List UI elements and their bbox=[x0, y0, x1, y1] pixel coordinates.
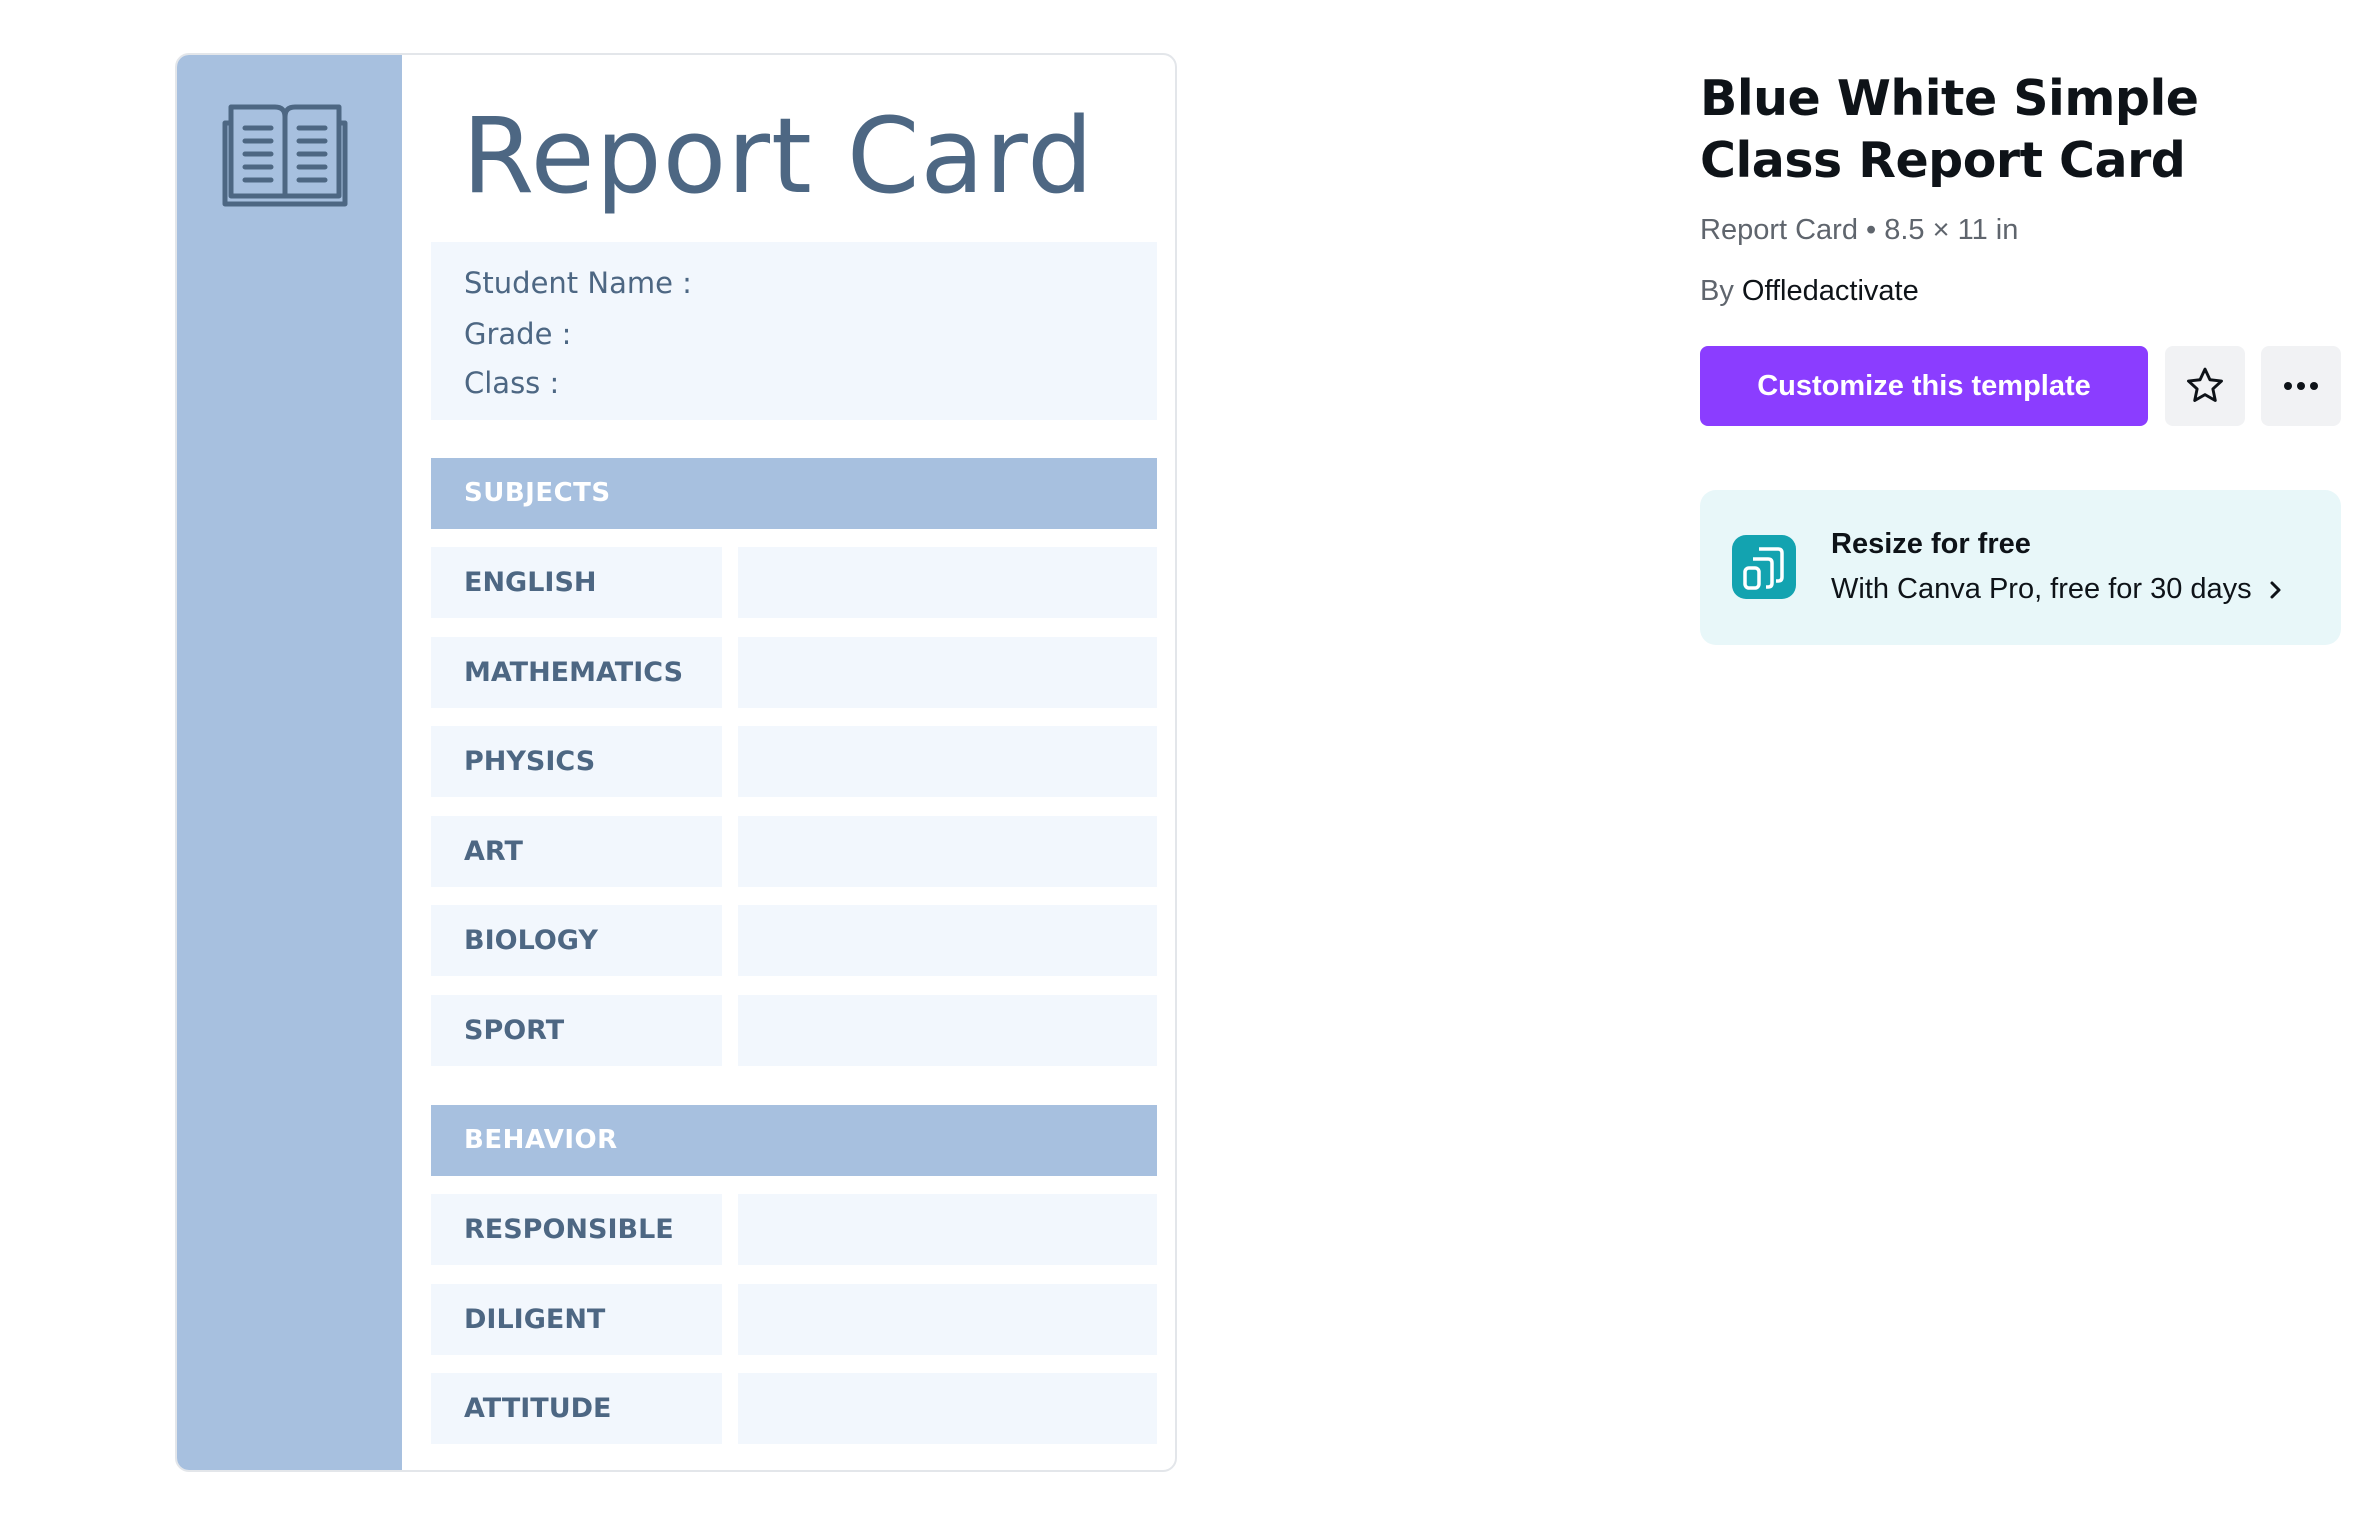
favorite-button[interactable] bbox=[2165, 346, 2245, 426]
student-info-box: Student Name : Grade : Class : bbox=[431, 242, 1157, 420]
template-title: Blue White Simple Class Report Card bbox=[1700, 70, 2199, 189]
row-value-sport bbox=[738, 994, 1157, 1066]
row-label-text: MATHEMATICS bbox=[464, 656, 684, 688]
row-label-text: RESPONSIBLE bbox=[464, 1214, 674, 1245]
more-horizontal-icon bbox=[2284, 382, 2318, 390]
resize-icon bbox=[1732, 535, 1796, 599]
row-label-responsible: RESPONSIBLE bbox=[431, 1194, 722, 1265]
section-header-behavior: BEHAVIOR bbox=[431, 1105, 1157, 1176]
row-value-diligent bbox=[738, 1283, 1157, 1355]
row-label-attitude: ATTITUDE bbox=[431, 1373, 722, 1444]
row-label-text: DILIGENT bbox=[464, 1303, 606, 1335]
promo-title: Resize for free bbox=[1831, 528, 2031, 560]
student-name-label: Student Name : bbox=[464, 266, 692, 300]
row-value-english bbox=[738, 547, 1157, 618]
report-card-title: Report Card bbox=[462, 95, 1095, 217]
author-name[interactable]: Offledactivate bbox=[1742, 275, 1919, 307]
row-label-biology: BIOLOGY bbox=[431, 905, 722, 976]
promo-subtitle: With Canva Pro, free for 30 days bbox=[1831, 573, 2286, 606]
row-label-english: ENGLISH bbox=[431, 547, 722, 618]
grade-label: Grade : bbox=[464, 317, 572, 351]
row-label-text: SPORT bbox=[464, 1014, 565, 1046]
row-label-art: ART bbox=[431, 815, 722, 887]
preview-sidebar bbox=[177, 55, 402, 1470]
promo-subtitle-text: With Canva Pro, free for 30 days bbox=[1831, 573, 2252, 605]
row-label-mathematics: MATHEMATICS bbox=[431, 636, 722, 708]
row-label-text: ATTITUDE bbox=[464, 1393, 612, 1424]
customize-template-button[interactable]: Customize this template bbox=[1700, 346, 2148, 426]
row-label-text: ENGLISH bbox=[464, 567, 597, 598]
author-prefix: By bbox=[1700, 275, 1734, 307]
row-value-mathematics bbox=[738, 636, 1157, 708]
row-label-text: BIOLOGY bbox=[464, 925, 598, 956]
row-value-biology bbox=[738, 905, 1157, 976]
class-label: Class : bbox=[464, 366, 560, 400]
chevron-right-icon bbox=[2270, 581, 2281, 599]
row-value-attitude bbox=[738, 1373, 1157, 1444]
section-heading: SUBJECTS bbox=[464, 478, 611, 508]
template-author: By Offledactivate bbox=[1700, 275, 1919, 308]
row-label-diligent: DILIGENT bbox=[431, 1283, 722, 1355]
row-label-text: ART bbox=[464, 835, 523, 867]
row-label-physics: PHYSICS bbox=[431, 726, 722, 797]
resize-promo-banner[interactable]: Resize for free With Canva Pro, free for… bbox=[1700, 490, 2341, 645]
open-book-icon bbox=[222, 104, 348, 207]
section-header-subjects: SUBJECTS bbox=[431, 458, 1157, 529]
row-value-physics bbox=[738, 726, 1157, 797]
row-label-sport: SPORT bbox=[431, 994, 722, 1066]
row-value-responsible bbox=[738, 1194, 1157, 1265]
template-meta: Report Card • 8.5 × 11 in bbox=[1700, 214, 2019, 246]
template-preview[interactable]: Report Card Student Name : Grade : Class… bbox=[175, 53, 1177, 1472]
more-options-button[interactable] bbox=[2261, 346, 2341, 426]
row-value-art bbox=[738, 815, 1157, 887]
section-heading: BEHAVIOR bbox=[464, 1125, 618, 1155]
star-icon bbox=[2187, 367, 2223, 402]
row-label-text: PHYSICS bbox=[464, 746, 596, 777]
